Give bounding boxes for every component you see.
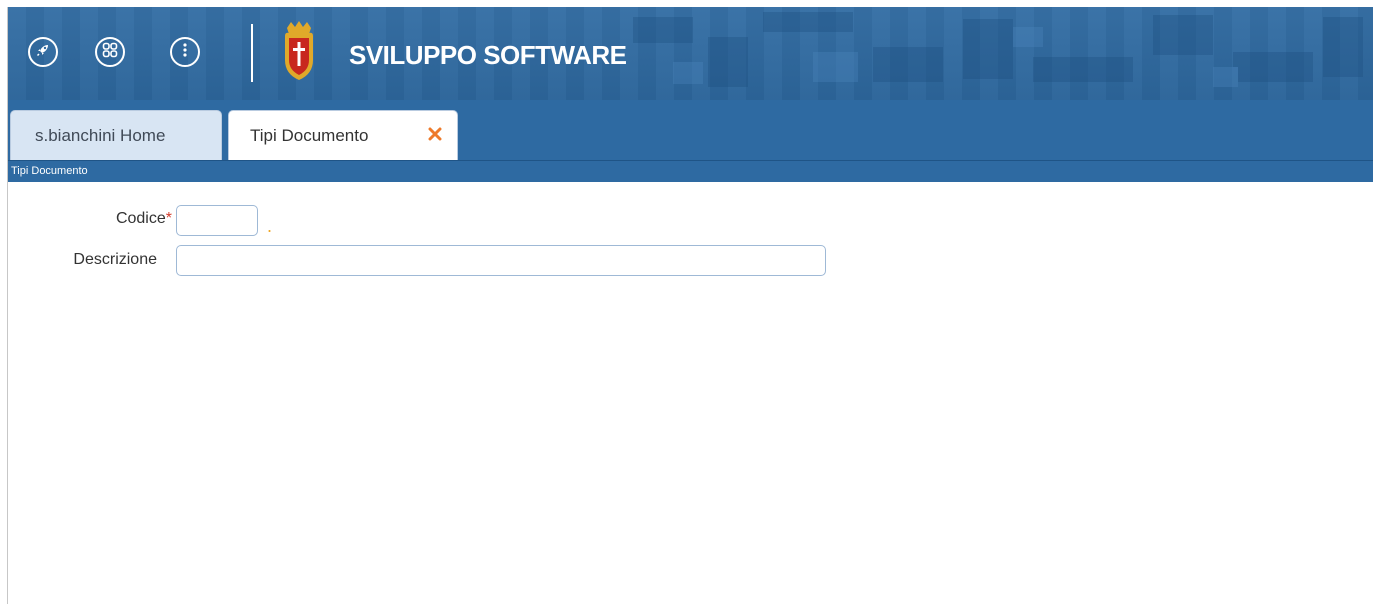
codice-label: Codice*	[48, 210, 172, 228]
section-title: Tipi Documento	[11, 165, 88, 177]
app-title: SVILUPPO SOFTWARE	[349, 40, 627, 70]
section-header: Tipi Documento	[8, 160, 1373, 182]
more-options-button[interactable]	[170, 37, 200, 67]
descrizione-input[interactable]	[176, 245, 826, 276]
tab-bar: s.bianchini Home Tipi Documento	[8, 100, 1373, 160]
header-divider	[251, 24, 253, 82]
tab-label: Tipi Documento	[250, 125, 369, 145]
header-decoration	[633, 12, 1363, 87]
rocket-button[interactable]	[28, 37, 58, 67]
apps-button[interactable]	[95, 37, 125, 67]
descrizione-label: Descrizione	[73, 251, 157, 268]
field-indicator: .	[267, 216, 273, 236]
app-header: SVILUPPO SOFTWARE	[8, 7, 1373, 100]
app-window: SVILUPPO SOFTWARE s.bianchini Home Tipi …	[7, 7, 1373, 604]
apps-grid-icon	[102, 42, 118, 63]
tab-home[interactable]: s.bianchini Home	[10, 110, 222, 160]
required-asterisk: *	[165, 210, 172, 227]
more-vertical-icon	[182, 42, 188, 62]
coat-of-arms-logo	[285, 21, 313, 80]
close-tab-icon[interactable]	[427, 126, 443, 142]
codice-input[interactable]	[176, 205, 258, 236]
tab-label: s.bianchini Home	[35, 125, 166, 145]
rocket-icon	[35, 42, 51, 63]
tab-tipi-documento[interactable]: Tipi Documento	[228, 110, 458, 160]
codice-label-text: Codice	[115, 210, 166, 227]
